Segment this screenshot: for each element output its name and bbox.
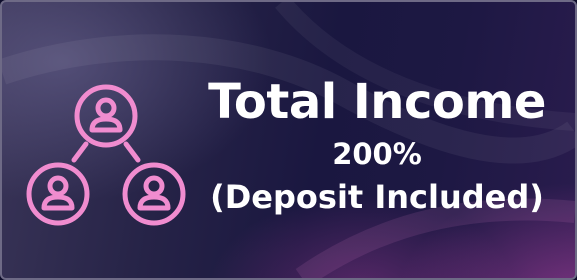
user-node-right-icon <box>122 162 186 226</box>
user-node-left-icon <box>26 162 90 226</box>
income-percent: 200% <box>332 137 422 171</box>
income-text: Total Income 200% (Deposit Included) <box>192 72 562 220</box>
referral-network-icon <box>16 76 196 236</box>
user-node-top-icon <box>74 84 138 148</box>
deposit-note: (Deposit Included) <box>210 178 544 216</box>
income-card: Total Income 200% (Deposit Included) <box>0 0 577 280</box>
total-income-title: Total Income <box>208 74 546 130</box>
